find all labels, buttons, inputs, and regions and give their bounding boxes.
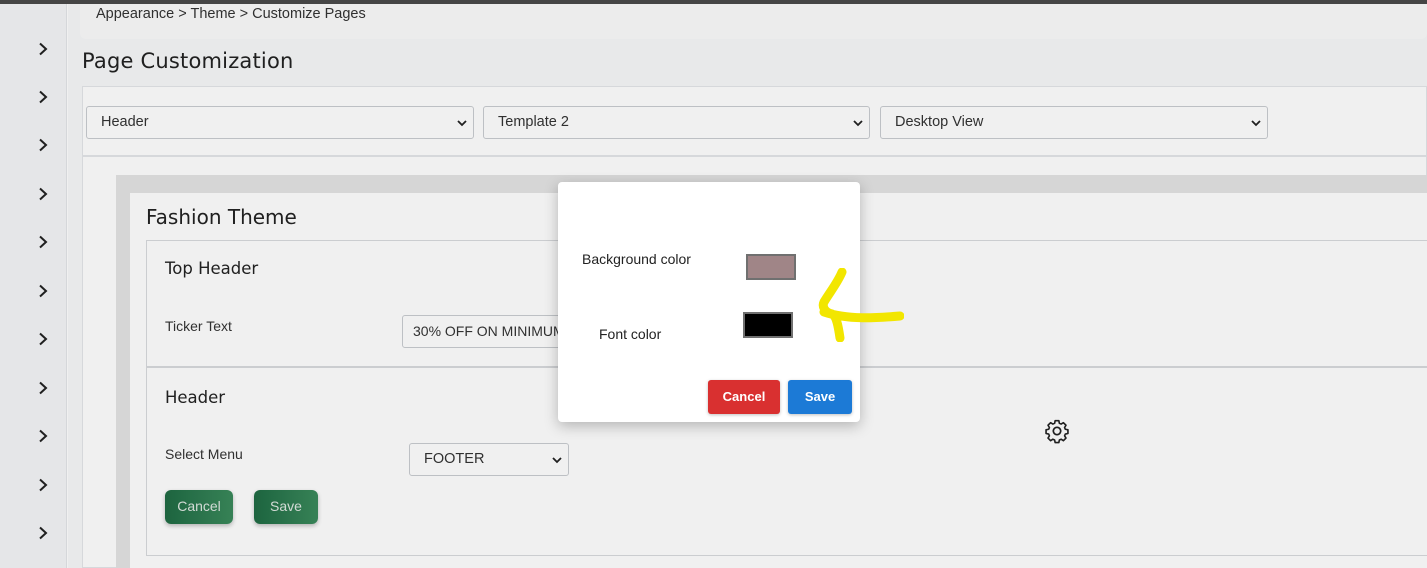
background-color-swatch[interactable] xyxy=(746,254,796,280)
font-color-label: Font color xyxy=(599,326,662,342)
annotation-arrow-marker xyxy=(818,268,904,342)
font-color-swatch[interactable] xyxy=(743,312,793,338)
modal-cancel-button[interactable]: Cancel xyxy=(708,380,780,414)
background-color-label: Background color xyxy=(582,251,691,267)
color-modal: Background color Font color Cancel Save xyxy=(558,182,860,422)
modal-save-button[interactable]: Save xyxy=(788,380,852,414)
